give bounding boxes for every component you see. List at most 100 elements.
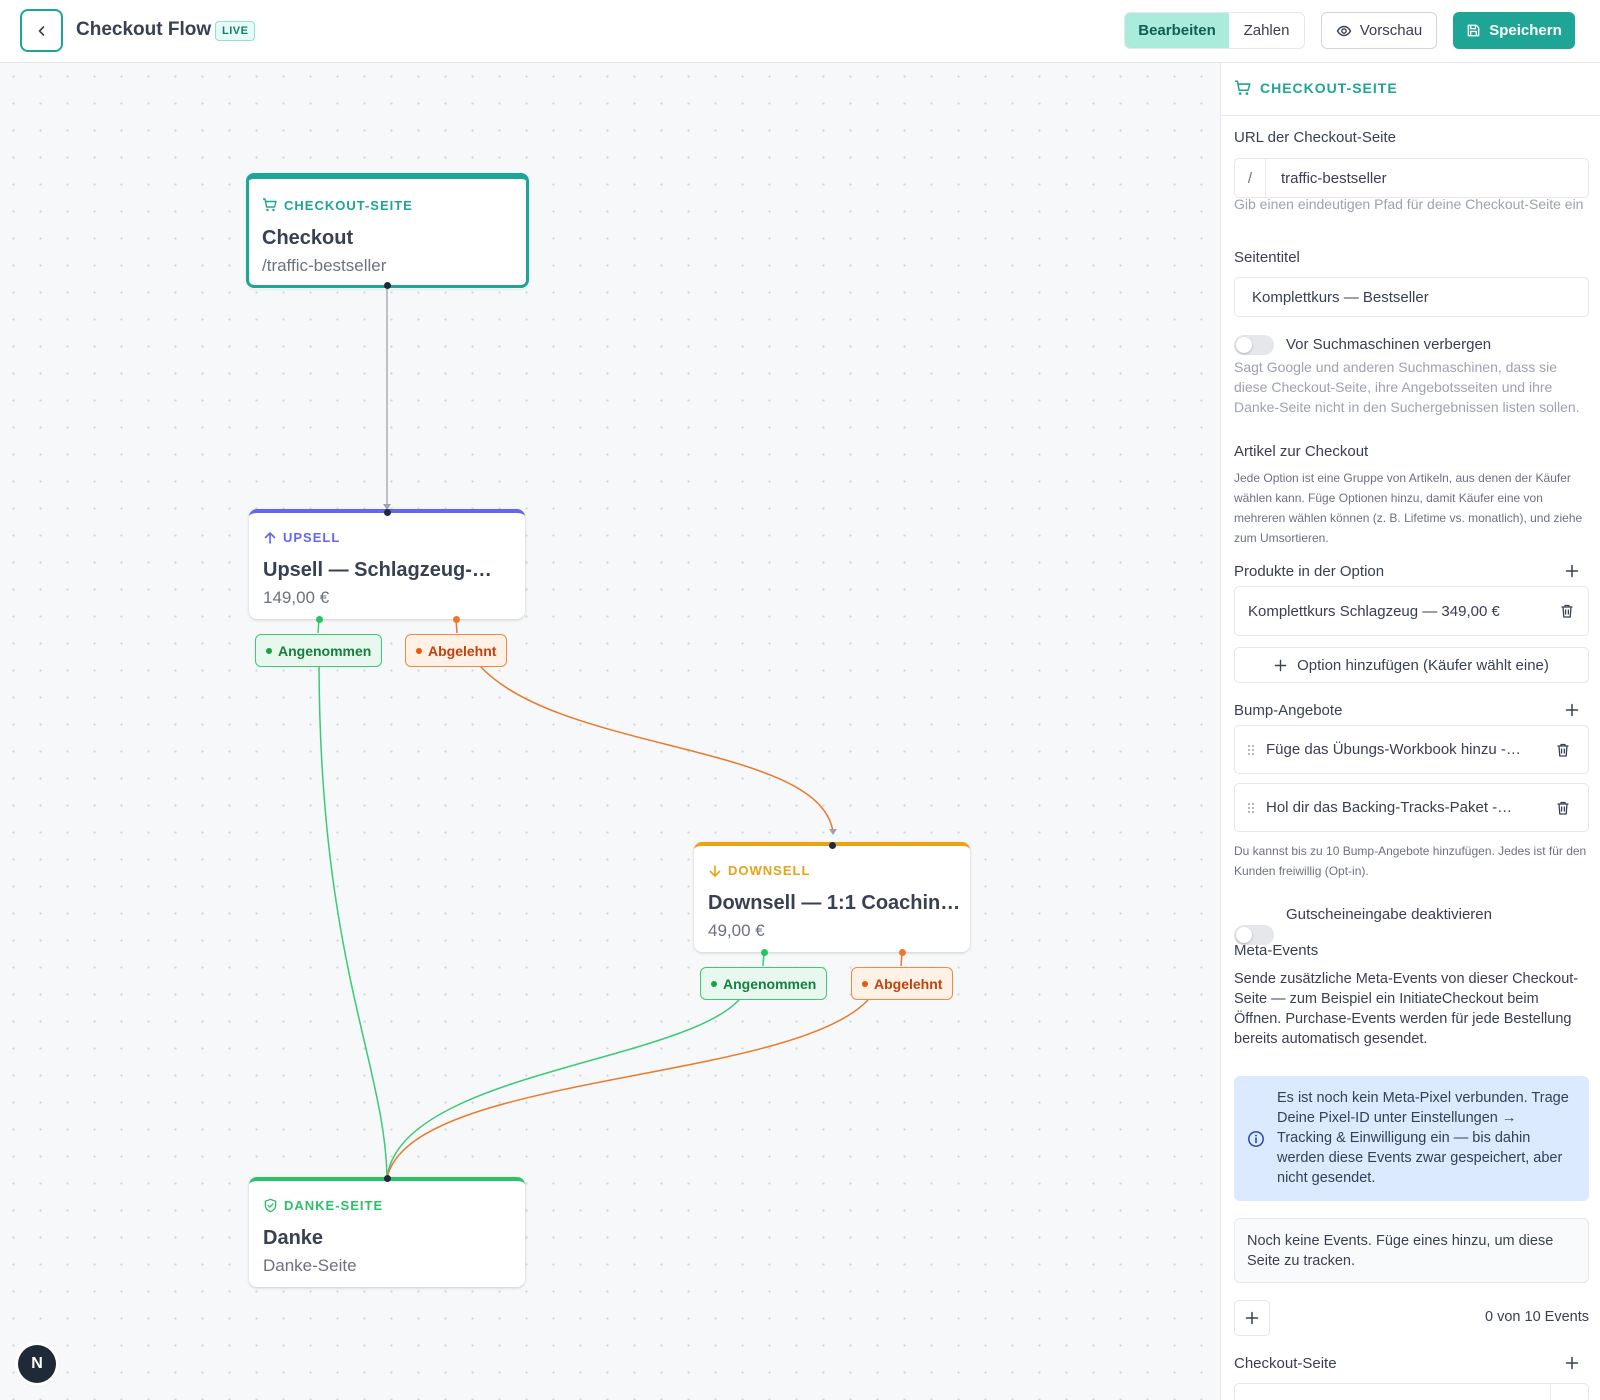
url-field[interactable]: / traffic-bestseller bbox=[1234, 158, 1589, 198]
add-event-button[interactable] bbox=[1234, 1300, 1270, 1336]
page-title-label: Seitentitel bbox=[1234, 249, 1300, 266]
url-hint: Gib einen eindeutigen Pfad für deine Che… bbox=[1234, 196, 1584, 212]
downsell-accepted-handle[interactable] bbox=[761, 949, 768, 956]
add-product-button[interactable] bbox=[1564, 563, 1580, 579]
cart-icon bbox=[1235, 80, 1251, 95]
drag-handle-icon[interactable] bbox=[1247, 802, 1255, 814]
plus-icon bbox=[1245, 1311, 1259, 1325]
product-row[interactable]: Komplettkurs Schlagzeug — 349,00 € bbox=[1234, 586, 1589, 636]
panel-title: CHECKOUT-SEITE bbox=[1260, 80, 1398, 96]
meta-label: Meta-Events bbox=[1234, 942, 1319, 959]
accepted-dot bbox=[266, 647, 272, 654]
branch-accepted[interactable]: Angenommen bbox=[700, 967, 828, 1000]
app-logo[interactable]: N bbox=[18, 1345, 56, 1383]
add-option-label: Option hinzufügen (Käufer wählt eine) bbox=[1297, 656, 1549, 674]
plus-icon bbox=[1565, 1356, 1579, 1370]
branch-label: Angenommen bbox=[278, 642, 372, 659]
checkout-out-handle[interactable] bbox=[384, 282, 391, 289]
node-type-thanks: DANKE-SEITE bbox=[263, 1198, 383, 1213]
bump-name: Hol dir das Backing-Tracks-Paket -… bbox=[1266, 799, 1513, 816]
delete-bump-button[interactable] bbox=[1555, 742, 1571, 758]
node-type-upsell: UPSELL bbox=[263, 530, 340, 545]
plus-icon bbox=[1565, 564, 1579, 578]
url-value[interactable]: traffic-bestseller bbox=[1266, 159, 1387, 197]
delete-product-button[interactable] bbox=[1559, 603, 1575, 619]
drag-handle-icon[interactable] bbox=[1247, 744, 1255, 756]
panel-header: CHECKOUT-SEITE bbox=[1222, 63, 1600, 116]
events-count: 0 von 10 Events bbox=[1485, 1309, 1589, 1325]
trash-icon bbox=[1557, 801, 1569, 815]
meta-info-box: Es ist noch kein Meta-Pixel verbunden. T… bbox=[1234, 1076, 1589, 1201]
add-checkout-page-button[interactable] bbox=[1564, 1355, 1580, 1371]
arrow-down-icon bbox=[709, 864, 721, 877]
bump-row[interactable]: Füge das Übungs-Workbook hinzu -… bbox=[1234, 725, 1589, 774]
branch-rejected[interactable]: Abgelehnt bbox=[851, 967, 954, 1000]
thanks-in-handle[interactable] bbox=[384, 1175, 391, 1182]
branch-label: Abgelehnt bbox=[428, 642, 497, 659]
save-button[interactable]: Speichern bbox=[1453, 12, 1575, 49]
upsell-accepted-handle[interactable] bbox=[316, 616, 323, 623]
save-label: Speichern bbox=[1489, 22, 1562, 39]
node-title: Downsell — 1:1 Coachin… bbox=[708, 892, 961, 914]
node-subtitle: /traffic-bestseller bbox=[262, 256, 387, 275]
edge-arrow-downsell bbox=[829, 829, 837, 835]
node-upsell[interactable]: UPSELL Upsell — Schlagzeug-… 149,00 € bbox=[249, 509, 525, 619]
properties-panel: CHECKOUT-SEITE URL der Checkout-Seite / … bbox=[1222, 63, 1600, 1400]
chevron-left-icon bbox=[38, 25, 44, 36]
edge-downsell-rejected-thanks bbox=[386, 999, 869, 1179]
items-hint: Jede Option ist eine Gruppe von Artikeln… bbox=[1234, 471, 1583, 545]
edge-upsell-rejected-downsell bbox=[479, 665, 834, 833]
node-checkout[interactable]: CHECKOUT-SEITE Checkout /traffic-bestsel… bbox=[246, 173, 529, 288]
delete-bump-button[interactable] bbox=[1555, 800, 1571, 816]
flow-canvas[interactable]: CHECKOUT-SEITE Checkout /traffic-bestsel… bbox=[0, 63, 1221, 1400]
node-title: Checkout bbox=[262, 227, 354, 249]
edge-upsell-accepted-thanks bbox=[318, 664, 388, 1179]
node-type-label: CHECKOUT-SEITE bbox=[284, 197, 413, 213]
bump-row[interactable]: Hol dir das Backing-Tracks-Paket -… bbox=[1234, 783, 1589, 832]
trash-icon bbox=[1561, 604, 1573, 618]
plus-icon bbox=[1565, 703, 1579, 717]
node-type-checkout: CHECKOUT-SEITE bbox=[262, 197, 413, 213]
checkout-page-field-addon[interactable] bbox=[1550, 1384, 1588, 1400]
events-empty-state: Noch keine Events. Füge eines hinzu, um … bbox=[1234, 1218, 1589, 1283]
info-icon bbox=[1248, 1131, 1264, 1147]
eye-icon bbox=[1336, 25, 1352, 36]
add-option-button[interactable]: Option hinzufügen (Käufer wählt eine) bbox=[1234, 647, 1589, 683]
accepted-dot bbox=[711, 980, 717, 987]
node-type-downsell: DOWNSELL bbox=[708, 863, 810, 878]
hide-search-label: Vor Suchmaschinen verbergen bbox=[1286, 336, 1492, 353]
node-subtitle: 149,00 € bbox=[263, 588, 330, 607]
back-button[interactable] bbox=[20, 9, 63, 52]
branch-accepted[interactable]: Angenommen bbox=[255, 634, 383, 667]
node-subtitle: Danke-Seite bbox=[263, 1256, 357, 1275]
page-title: Checkout Flow bbox=[76, 19, 212, 40]
preview-button[interactable]: Vorschau bbox=[1321, 12, 1437, 49]
add-bump-button[interactable] bbox=[1564, 702, 1580, 718]
checkout-page-field[interactable] bbox=[1234, 1383, 1589, 1400]
rejected-dot bbox=[862, 980, 868, 987]
branch-rejected[interactable]: Abgelehnt bbox=[405, 634, 508, 667]
hide-search-hint: Sagt Google und anderen Suchmaschinen, d… bbox=[1234, 359, 1580, 415]
product-name: Komplettkurs Schlagzeug — 349,00 € bbox=[1248, 602, 1500, 620]
bumps-hint: Du kannst bis zu 10 Bump-Angebote hinzuf… bbox=[1234, 844, 1587, 878]
products-label: Produkte in der Option bbox=[1234, 563, 1385, 580]
checkout-page-label: Checkout-Seite bbox=[1234, 1355, 1337, 1372]
url-prefix: / bbox=[1235, 159, 1266, 197]
tab-zahlen[interactable]: Zahlen bbox=[1229, 13, 1304, 48]
meta-info-text: Es ist noch kein Meta-Pixel verbunden. T… bbox=[1277, 1090, 1569, 1186]
plus-icon bbox=[1274, 659, 1287, 671]
node-type-label: UPSELL bbox=[283, 530, 341, 545]
node-thanks[interactable]: DANKE-SEITE Danke Danke-Seite bbox=[249, 1177, 525, 1287]
hide-search-toggle[interactable] bbox=[1234, 335, 1274, 355]
node-downsell[interactable]: DOWNSELL Downsell — 1:1 Coachin… 49,00 € bbox=[694, 842, 970, 952]
tab-bearbeiten[interactable]: Bearbeiten bbox=[1125, 13, 1229, 48]
downsell-in-handle[interactable] bbox=[829, 842, 836, 849]
upsell-in-handle[interactable] bbox=[384, 509, 391, 516]
items-label: Artikel zur Checkout bbox=[1234, 443, 1369, 460]
page-title-field[interactable]: Komplettkurs — Bestseller bbox=[1234, 277, 1589, 317]
downsell-rejected-handle[interactable] bbox=[899, 949, 906, 956]
url-label: URL der Checkout-Seite bbox=[1234, 129, 1397, 146]
upsell-rejected-handle[interactable] bbox=[453, 616, 460, 623]
node-type-label: DOWNSELL bbox=[728, 863, 811, 878]
bump-name: Füge das Übungs-Workbook hinzu -… bbox=[1266, 741, 1521, 758]
